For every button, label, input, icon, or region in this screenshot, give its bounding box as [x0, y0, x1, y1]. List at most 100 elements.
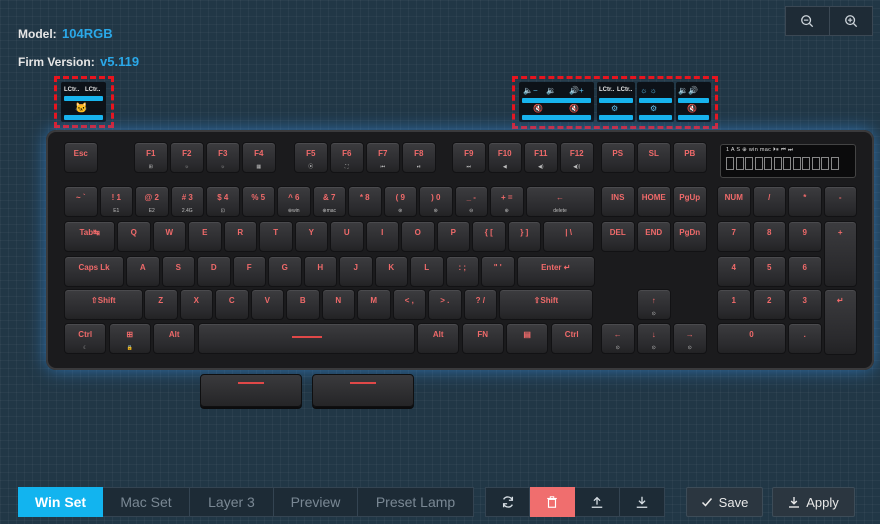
key-fn[interactable]: FN	[461, 323, 504, 354]
key-del[interactable]: DEL	[601, 221, 635, 252]
key-v[interactable]: V	[250, 289, 284, 320]
key-left[interactable]: ← ⊙	[601, 323, 635, 354]
key-f5[interactable]: F5 ⦿	[294, 142, 328, 173]
key-9[interactable]: ( 9 ⊛	[383, 186, 417, 217]
key-f4[interactable]: F4 ▦	[242, 142, 276, 173]
key-t[interactable]: T	[259, 221, 293, 252]
key-rctrl[interactable]: Ctrl	[550, 323, 593, 354]
key-f1[interactable]: F1 ⊞	[134, 142, 168, 173]
delete-button[interactable]	[530, 487, 575, 517]
key-n5[interactable]: 5	[752, 256, 786, 287]
key-n3[interactable]: 3	[788, 289, 822, 320]
key-quote[interactable]: " '	[481, 256, 515, 287]
key-rbr[interactable]: } ]	[507, 221, 541, 252]
key-menu[interactable]: ▤	[506, 323, 549, 354]
extra-key-right[interactable]	[312, 374, 414, 407]
brightness-screen[interactable]: ☼ ☼ ⚙	[637, 82, 674, 122]
key-3[interactable]: # 3 2.4G	[170, 186, 204, 217]
key-o[interactable]: O	[401, 221, 435, 252]
key-f3[interactable]: F3 ☼	[206, 142, 240, 173]
key-ins[interactable]: INS	[601, 186, 635, 217]
key-bksp[interactable]: ← delete	[525, 186, 595, 217]
key-n1[interactable]: 1	[717, 289, 751, 320]
key-u[interactable]: U	[330, 221, 364, 252]
key-equal[interactable]: + = ⊕	[490, 186, 524, 217]
key-q[interactable]: Q	[117, 221, 151, 252]
key-sl[interactable]: SL	[637, 142, 671, 173]
key-lwin[interactable]: ⊞ 🔒	[108, 323, 151, 354]
tab-layer-3[interactable]: Layer 3	[190, 487, 274, 517]
key-mul[interactable]: *	[788, 186, 822, 217]
key-w[interactable]: W	[152, 221, 186, 252]
key-y[interactable]: Y	[294, 221, 328, 252]
key-i[interactable]: I	[365, 221, 399, 252]
ctrl-screen[interactable]: LCtr.. LCtr.. ⚙	[597, 82, 635, 122]
tab-preset-lamp[interactable]: Preset Lamp	[358, 487, 474, 517]
key-1[interactable]: ! 1 E1	[99, 186, 133, 217]
export-button[interactable]	[575, 487, 620, 517]
key-n9[interactable]: 9	[788, 221, 822, 252]
key-div[interactable]: /	[752, 186, 786, 217]
key-grave[interactable]: ~ `	[64, 186, 98, 217]
key-pgup[interactable]: PgUp	[673, 186, 707, 217]
key-pgdn[interactable]: PgDn	[673, 221, 707, 252]
key-b[interactable]: B	[286, 289, 320, 320]
key-d[interactable]: D	[197, 256, 231, 287]
key-n7[interactable]: 7	[717, 221, 751, 252]
key-6[interactable]: ^ 6 ⊕win	[277, 186, 311, 217]
key-l[interactable]: L	[410, 256, 444, 287]
key-down[interactable]: ↓ ⊙	[637, 323, 671, 354]
tab-win-set[interactable]: Win Set	[18, 487, 103, 517]
key-f6[interactable]: F6 ⛶	[330, 142, 364, 173]
key-2[interactable]: @ 2 E2	[135, 186, 169, 217]
key-f11[interactable]: F11 ◀)	[524, 142, 558, 173]
key-num[interactable]: NUM	[717, 186, 751, 217]
key-nplus[interactable]: +	[823, 221, 857, 287]
key-f7[interactable]: F7 ⏮	[366, 142, 400, 173]
key-caps[interactable]: Caps Lk	[64, 256, 125, 287]
key-f10[interactable]: F10 ◀	[488, 142, 522, 173]
key-pb[interactable]: PB	[673, 142, 707, 173]
key-n2[interactable]: 2	[752, 289, 786, 320]
key-bslash[interactable]: | \	[543, 221, 595, 252]
key-m[interactable]: M	[357, 289, 391, 320]
key-5[interactable]: % 5	[241, 186, 275, 217]
key-ralt[interactable]: Alt	[417, 323, 460, 354]
key-home[interactable]: HOME	[637, 186, 671, 217]
key-a[interactable]: A	[126, 256, 160, 287]
zoom-in-button[interactable]	[829, 6, 873, 36]
tab-preview[interactable]: Preview	[274, 487, 358, 517]
key-f2[interactable]: F2 ☼	[170, 142, 204, 173]
key-minus[interactable]: _ - ⊖	[454, 186, 488, 217]
key-n4[interactable]: 4	[717, 256, 751, 287]
key-g[interactable]: G	[268, 256, 302, 287]
key-dot[interactable]: > .	[428, 289, 462, 320]
key-7[interactable]: & 7 ⊕mac	[312, 186, 346, 217]
key-s[interactable]: S	[161, 256, 195, 287]
volume-screen-right[interactable]: 🔉🔊 🔇	[676, 82, 711, 122]
apply-button[interactable]: Apply	[772, 487, 855, 517]
key-n[interactable]: N	[321, 289, 355, 320]
key-h[interactable]: H	[303, 256, 337, 287]
key-tab[interactable]: Tab↹	[64, 221, 116, 252]
key-z[interactable]: Z	[144, 289, 178, 320]
extra-key-left[interactable]	[200, 374, 302, 407]
key-n8[interactable]: 8	[752, 221, 786, 252]
key-up[interactable]: ↑ ⊙	[637, 289, 671, 320]
key-lctrl[interactable]: Ctrl ☾	[64, 323, 107, 354]
key-end[interactable]: END	[637, 221, 671, 252]
knob-screen-left[interactable]: LCtr.. LCtr.. 🐱	[61, 82, 106, 122]
key-sub[interactable]: -	[823, 186, 857, 217]
key-lshift[interactable]: ⇧Shift	[64, 289, 143, 320]
key-4[interactable]: $ 4 ⊡	[206, 186, 240, 217]
key-ps[interactable]: PS	[601, 142, 635, 173]
key-r[interactable]: R	[223, 221, 257, 252]
key-e[interactable]: E	[188, 221, 222, 252]
key-n0[interactable]: 0	[717, 323, 786, 354]
key-comma[interactable]: < ,	[392, 289, 426, 320]
key-x[interactable]: X	[179, 289, 213, 320]
key-enter[interactable]: Enter ↵	[516, 256, 596, 287]
key-0[interactable]: ) 0 ⊛	[419, 186, 453, 217]
key-k[interactable]: K	[374, 256, 408, 287]
key-ndot[interactable]: .	[788, 323, 822, 354]
